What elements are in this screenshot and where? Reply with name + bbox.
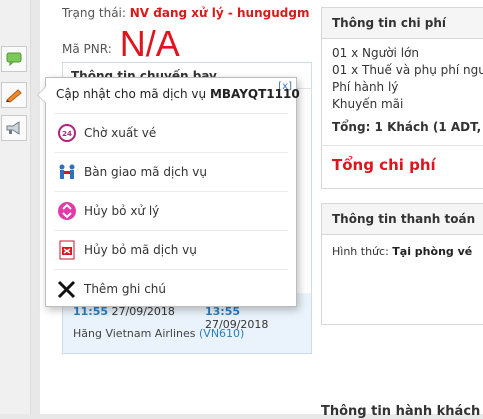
pen-cross-icon xyxy=(56,278,78,300)
menu-item-cancel-service-code[interactable]: Hủy bỏ mã dịch vụ xyxy=(54,230,288,269)
pnr-value: N/A xyxy=(119,23,180,64)
chat-icon[interactable] xyxy=(1,46,27,72)
menu-item-handover[interactable]: Bàn giao mã dịch vụ xyxy=(54,152,288,191)
status-value: NV đang xử lý - hungudgm xyxy=(129,6,310,20)
service-code: MBAYQT1110 xyxy=(209,87,300,101)
popup-pointer xyxy=(37,86,46,104)
menu-item-label: Thêm ghi chú xyxy=(84,282,167,296)
payment-method-label: Hình thức: xyxy=(332,245,389,258)
cost-card-title: Thông tin chi phí xyxy=(322,8,483,39)
payment-info-card: Thông tin thanh toán Hình thức: Tại phòn… xyxy=(321,203,483,325)
cost-line: 01 x Người lớn xyxy=(332,46,419,60)
menu-item-label: Bàn giao mã dịch vụ xyxy=(84,165,207,179)
status-label: Trạng thái: xyxy=(62,6,126,20)
menu-item-label: Chờ xuất vé xyxy=(84,126,157,140)
menu-item-cancel-processing[interactable]: Hủy bỏ xử lý xyxy=(54,191,288,230)
svg-text:24: 24 xyxy=(62,130,72,138)
payment-method-value: Tại phòng vé xyxy=(392,245,473,258)
cost-line: 01 x Thuế và phụ phí người xyxy=(332,63,483,77)
menu-item-add-note[interactable]: Thêm ghi chú xyxy=(54,269,288,308)
airline-line: Hãng Vietnam Airlines (VN610) xyxy=(73,327,244,340)
cancel-document-icon xyxy=(56,239,78,261)
popup-title: Cập nhật cho mã dịch vụ MBAYQT1110 xyxy=(56,87,300,101)
menu-item-label: Hủy bỏ xử lý xyxy=(84,204,160,218)
recycle-icon xyxy=(56,200,78,222)
status-line: Trạng thái: NV đang xử lý - hungudgm xyxy=(62,6,309,20)
payment-card-title: Thông tin thanh toán xyxy=(322,204,483,235)
cost-line: Khuyến mãi xyxy=(332,97,404,111)
menu-item-label: Hủy bỏ mã dịch vụ xyxy=(84,243,197,257)
megaphone-icon[interactable] xyxy=(1,115,27,141)
cost-info-card: Thông tin chi phí 01 x Người lớn 01 x Th… xyxy=(321,7,483,189)
pnr-label: Mã PNR: xyxy=(62,42,112,56)
popup-title-prefix: Cập nhật cho mã dịch vụ xyxy=(56,87,207,101)
clock-24-icon: 24 xyxy=(56,122,78,144)
flight-code-link[interactable]: (VN610) xyxy=(199,327,244,340)
left-toolbar xyxy=(0,0,31,414)
cost-total: Tổng: 1 Khách (1 ADT, 0 xyxy=(332,120,483,134)
service-update-popup: [x] Cập nhật cho mã dịch vụ MBAYQT1110 2… xyxy=(37,77,300,308)
menu-item-pending-ticket[interactable]: 24 Chờ xuất vé xyxy=(54,113,288,152)
handover-icon xyxy=(56,161,78,183)
cost-line: Phí hành lý xyxy=(332,80,399,94)
edit-pencil-icon[interactable] xyxy=(1,82,27,108)
passenger-info-title: Thông tin hành khách xyxy=(321,404,481,419)
airline-name: Hãng Vietnam Airlines xyxy=(73,327,196,340)
pnr-line: Mã PNR: N/A xyxy=(62,22,180,62)
grand-total-label: Tổng chi phí xyxy=(332,156,436,174)
